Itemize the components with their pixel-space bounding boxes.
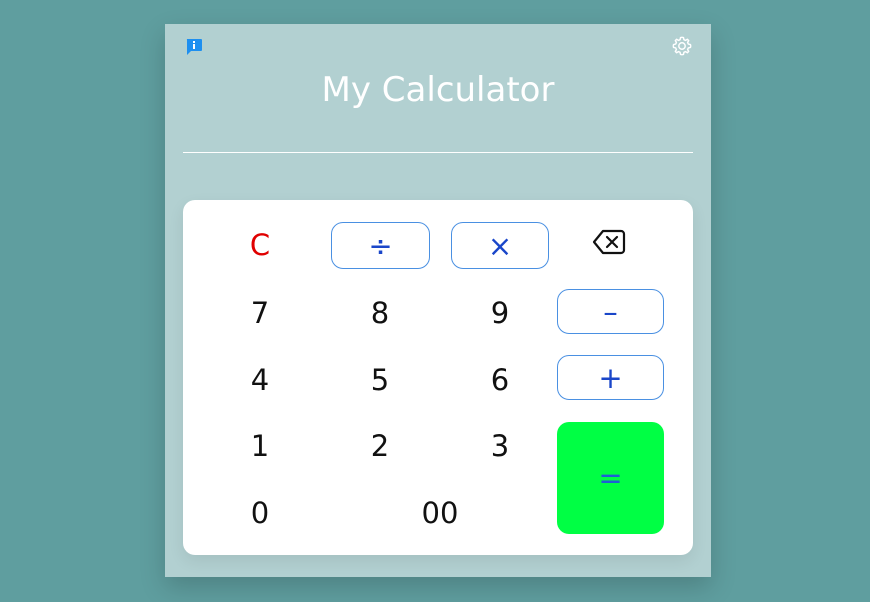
zero-button[interactable]: 0 <box>221 490 299 536</box>
calculator-display <box>183 104 693 153</box>
backspace-button[interactable] <box>567 222 651 268</box>
three-button[interactable]: 3 <box>461 423 539 469</box>
one-button[interactable]: 1 <box>221 423 299 469</box>
eight-button[interactable]: 8 <box>341 290 419 336</box>
subtract-button[interactable]: – <box>557 289 664 334</box>
equals-button[interactable]: = <box>557 422 664 534</box>
four-button[interactable]: 4 <box>221 357 299 403</box>
double-zero-button[interactable]: 00 <box>361 490 519 536</box>
five-button[interactable]: 5 <box>341 357 419 403</box>
keypad: C ÷ × 7 8 9 – 4 5 6 + 1 2 3 = 0 00 <box>183 200 693 555</box>
info-chat-icon[interactable] <box>185 38 203 56</box>
calculator-app: My Calculator C ÷ × 7 8 9 – 4 5 6 + 1 2 … <box>165 24 711 577</box>
divide-button[interactable]: ÷ <box>331 222 430 269</box>
nine-button[interactable]: 9 <box>461 290 539 336</box>
two-button[interactable]: 2 <box>341 423 419 469</box>
clear-button[interactable]: C <box>221 222 299 268</box>
multiply-button[interactable]: × <box>451 222 549 269</box>
backspace-icon <box>592 228 626 263</box>
six-button[interactable]: 6 <box>461 357 539 403</box>
seven-button[interactable]: 7 <box>221 290 299 336</box>
gear-icon[interactable] <box>671 35 693 57</box>
add-button[interactable]: + <box>557 355 664 400</box>
